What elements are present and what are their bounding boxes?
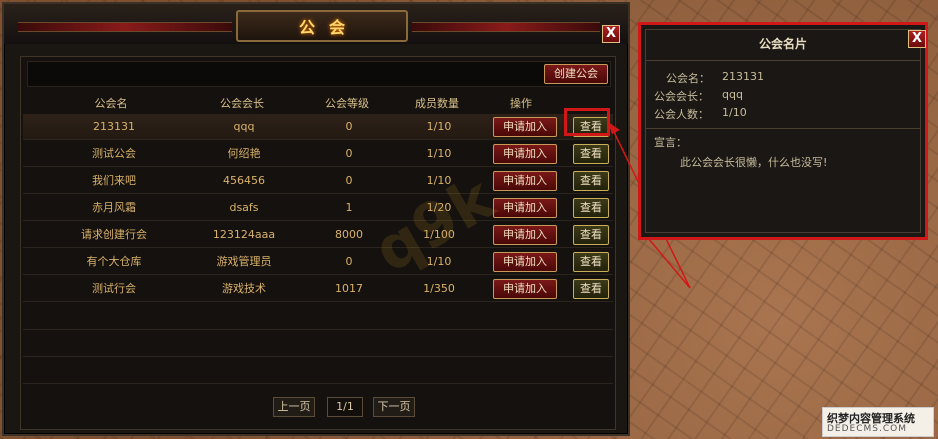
guild-card-body: 公会名片 X 公会名： 213131 公会会长： qqq 公会人数： 1/10 … xyxy=(645,29,926,233)
card-name-label: 公会名： xyxy=(666,72,710,85)
arrow-head xyxy=(608,122,620,134)
guild-card-window: 公会名片 X 公会名： 213131 公会会长： qqq 公会人数： 1/10 … xyxy=(638,22,928,240)
divider xyxy=(646,128,920,129)
card-title: 公会名片 xyxy=(758,37,807,51)
card-declaration-label: 宣言： xyxy=(654,136,687,149)
card-leader-label: 公会会长： xyxy=(654,90,709,103)
card-name-value: 213131 xyxy=(722,70,764,83)
divider xyxy=(646,60,920,61)
card-count-label: 公会人数： xyxy=(654,108,709,121)
footer-line2: DEDECMS.COM xyxy=(827,424,907,434)
footer-logo: 织梦内容管理系统 DEDECMS.COM xyxy=(822,407,934,437)
card-count-value: 1/10 xyxy=(722,106,747,119)
card-declaration-value: 此公会会长很懒，什么也没写! xyxy=(680,156,828,169)
card-close-button[interactable]: X xyxy=(908,30,926,48)
card-leader-value: qqq xyxy=(722,88,743,101)
